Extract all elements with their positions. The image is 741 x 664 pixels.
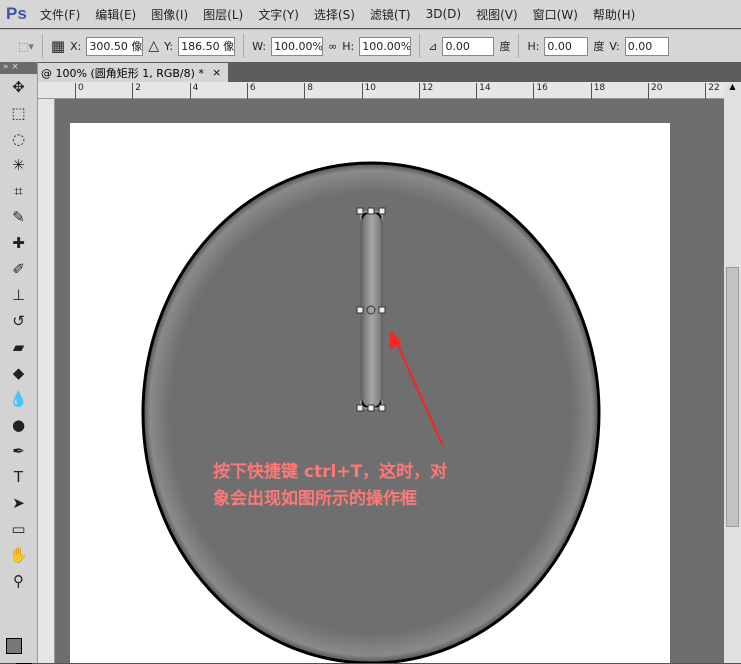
dodge-tool-icon[interactable]: ● [0, 412, 37, 438]
menu-image[interactable]: 图像(I) [151, 6, 188, 23]
annotation-text: 按下快捷键 ctrl+T，这时，对 象会出现如图所示的操作框 [213, 459, 533, 513]
y-input[interactable]: 186.50 像素 [178, 36, 236, 56]
link-icon[interactable]: ∞ [328, 40, 337, 53]
vskew-input[interactable]: 0.00 [624, 36, 669, 56]
annotation-line-1: 按下快捷键 ctrl+T，这时，对 [213, 462, 448, 482]
degree-label: 度 [499, 40, 511, 53]
ruler-tick-label: 12 [418, 83, 433, 99]
height-input[interactable]: 100.00% [359, 36, 412, 56]
degree-label-2: 度 [593, 40, 605, 53]
horizontal-ruler: 0 2 4 6 8 10 12 14 16 18 20 22 [38, 82, 724, 99]
menu-view[interactable]: 视图(V) [476, 6, 518, 23]
menu-type[interactable]: 文字(Y) [258, 6, 299, 23]
hskew-label: H: [527, 39, 540, 53]
options-bar: ⬚▾ ▦ X: 300.50 像素 △ Y: 186.50 像素 W: 100.… [0, 29, 741, 62]
scroll-up-icon[interactable]: ▲ [724, 82, 741, 91]
ruler-tick-label: 8 [304, 83, 313, 99]
ruler-tick-label: 20 [648, 83, 662, 99]
w-label: W: [252, 39, 267, 53]
close-tab-icon[interactable]: × [212, 66, 221, 79]
menu-edit[interactable]: 编辑(E) [95, 6, 136, 23]
x-label: X: [70, 39, 82, 53]
brush-tool-icon[interactable]: ✐ [0, 256, 37, 282]
tools-panel: » × ✥ ⬚ ◌ ✳ ⌗ ✎ ✚ ✐ ⊥ ↺ ▰ ◆ 💧 ● ✒ T ➤ ▭ … [0, 62, 38, 664]
document-tab-bar: @ 100% (圆角矩形 1, RGB/8) * × [38, 62, 741, 82]
menu-file[interactable]: 文件(F) [40, 6, 80, 23]
shape-tool-icon[interactable]: ▭ [0, 516, 37, 542]
magic-wand-tool-icon[interactable]: ✳ [0, 152, 37, 178]
ruler-tick-label: 22 [705, 83, 720, 99]
menu-help[interactable]: 帮助(H) [593, 6, 635, 23]
panel-header[interactable]: » × [0, 62, 37, 74]
eraser-tool-icon[interactable]: ▰ [0, 334, 37, 360]
path-select-tool-icon[interactable]: ➤ [0, 490, 37, 516]
ruler-tick-label: 18 [590, 83, 605, 99]
photoshop-logo: Ps [6, 4, 27, 23]
move-tool-icon[interactable]: ✥ [0, 74, 37, 100]
ruler-tick-label: 6 [246, 83, 256, 99]
ruler-tick-label: 4 [189, 83, 198, 99]
type-tool-icon[interactable]: T [0, 464, 37, 490]
menu-filter[interactable]: 滤镜(T) [370, 6, 411, 23]
angle-input[interactable]: 0.00 [442, 36, 495, 56]
hand-tool-icon[interactable]: ✋ [0, 542, 37, 568]
reference-point-icon[interactable]: ▦ [51, 37, 65, 55]
ruler-tick-label: 14 [476, 83, 491, 99]
history-brush-tool-icon[interactable]: ↺ [0, 308, 37, 334]
h-label: H: [342, 39, 355, 53]
zoom-tool-icon[interactable]: ⚲ [0, 568, 37, 594]
bucket-tool-icon[interactable]: ◆ [0, 360, 37, 386]
document-tab-title: @ 100% (圆角矩形 1, RGB/8) * [41, 66, 204, 80]
foreground-color-swatch[interactable] [6, 638, 22, 654]
ruler-tick-label: 10 [361, 83, 376, 99]
width-input[interactable]: 100.00% [271, 36, 324, 56]
annotation-line-2: 象会出现如图所示的操作框 [213, 489, 417, 509]
lasso-tool-icon[interactable]: ◌ [0, 126, 37, 152]
marquee-tool-icon[interactable]: ⬚ [0, 100, 37, 126]
ruler-tick-label: 2 [132, 83, 141, 99]
document-tab[interactable]: @ 100% (圆角矩形 1, RGB/8) * × [38, 63, 228, 82]
angle-icon: ⊿ [428, 39, 438, 53]
transform-tool-icon[interactable]: ⬚▾ [18, 40, 34, 53]
healing-tool-icon[interactable]: ✚ [0, 230, 37, 256]
pen-tool-icon[interactable]: ✒ [0, 438, 37, 464]
eyedropper-tool-icon[interactable]: ✎ [0, 204, 37, 230]
vertical-scrollbar[interactable]: ▲ [724, 82, 741, 663]
menu-bar: Ps 文件(F) 编辑(E) 图像(I) 图层(L) 文字(Y) 选择(S) 滤… [0, 0, 741, 28]
scrollbar-thumb[interactable] [726, 267, 739, 527]
hskew-input[interactable]: 0.00 [544, 36, 589, 56]
vertical-ruler [38, 99, 55, 663]
ruler-tick-label: 0 [75, 83, 84, 99]
menu-select[interactable]: 选择(S) [314, 6, 355, 23]
crop-tool-icon[interactable]: ⌗ [0, 178, 37, 204]
y-label: Y: [164, 39, 174, 53]
ruler-tick-label: 16 [533, 83, 548, 99]
menu-layer[interactable]: 图层(L) [203, 6, 243, 23]
menu-window[interactable]: 窗口(W) [533, 6, 578, 23]
x-input[interactable]: 300.50 像素 [86, 36, 144, 56]
blur-tool-icon[interactable]: 💧 [0, 386, 37, 412]
menu-3d[interactable]: 3D(D) [426, 7, 461, 21]
canvas-area[interactable] [55, 99, 724, 663]
artwork [141, 161, 601, 663]
vskew-label: V: [609, 39, 620, 53]
relative-position-icon[interactable]: △ [148, 38, 159, 54]
stamp-tool-icon[interactable]: ⊥ [0, 282, 37, 308]
